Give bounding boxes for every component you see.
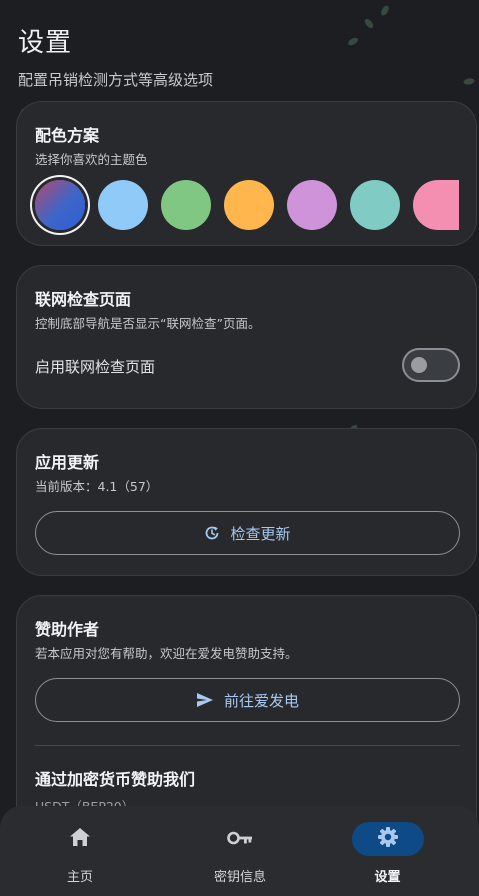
sponsor-card-description: 若本应用对您有帮助，欢迎在爱发电赞助支持。 bbox=[35, 646, 298, 661]
refresh-clock-icon bbox=[204, 525, 220, 541]
swatch-blue[interactable] bbox=[98, 180, 148, 230]
network-toggle-label: 启用联网检查页面 bbox=[35, 358, 156, 376]
nav-label-home: 主页 bbox=[66, 870, 93, 885]
swatch-orange[interactable] bbox=[224, 180, 274, 230]
swatch-purple[interactable] bbox=[287, 180, 337, 230]
network-check-toggle[interactable] bbox=[402, 348, 460, 382]
decor-leaf bbox=[363, 17, 375, 30]
theme-card-description: 选择你喜欢的主题色 bbox=[35, 152, 148, 167]
bottom-navigation: 主页 密钥信息 设置 bbox=[0, 806, 479, 896]
swatch-dynamic[interactable] bbox=[35, 180, 85, 230]
nav-label-settings: 设置 bbox=[374, 870, 401, 885]
theme-card: 配色方案 选择你喜欢的主题色 bbox=[16, 101, 477, 246]
nav-item-key-info[interactable]: 密钥信息 bbox=[160, 806, 320, 896]
nav-item-home[interactable]: 主页 bbox=[0, 806, 160, 896]
swatch-green[interactable] bbox=[161, 180, 211, 230]
swatch-pink[interactable] bbox=[413, 180, 459, 230]
page-header: 设置 配置吊销检测方式等高级选项 bbox=[18, 22, 213, 90]
toggle-knob bbox=[411, 357, 427, 373]
nav-label-key-info: 密钥信息 bbox=[213, 870, 266, 885]
nav-pill-home bbox=[44, 822, 116, 856]
decor-leaf bbox=[346, 36, 360, 47]
sponsor-card-title: 赞助作者 bbox=[35, 620, 100, 639]
home-icon bbox=[69, 827, 91, 851]
network-check-card: 联网检查页面 控制底部导航是否显示“联网检查”页面。 启用联网检查页面 bbox=[16, 265, 477, 409]
network-card-description: 控制底部导航是否显示“联网检查”页面。 bbox=[35, 316, 261, 331]
page-title: 设置 bbox=[18, 28, 73, 58]
key-icon bbox=[227, 830, 253, 849]
gear-icon bbox=[377, 826, 399, 852]
check-update-label: 检查更新 bbox=[230, 524, 291, 543]
current-version-text: 当前版本：4.1（57） bbox=[35, 479, 159, 494]
send-icon bbox=[196, 692, 214, 708]
go-afdian-button[interactable]: 前往爱发电 bbox=[35, 678, 460, 722]
swatch-teal[interactable] bbox=[350, 180, 400, 230]
check-update-button[interactable]: 检查更新 bbox=[35, 511, 460, 555]
nav-pill-settings bbox=[351, 822, 424, 856]
network-card-title: 联网检查页面 bbox=[35, 290, 132, 309]
section-divider bbox=[35, 745, 460, 746]
update-card-title: 应用更新 bbox=[35, 453, 100, 472]
decor-leaf bbox=[379, 4, 391, 17]
crypto-sponsor-title: 通过加密货币赞助我们 bbox=[35, 770, 196, 789]
nav-item-settings[interactable]: 设置 bbox=[320, 806, 479, 896]
page-subtitle: 配置吊销检测方式等高级选项 bbox=[18, 71, 214, 89]
go-afdian-label: 前往爱发电 bbox=[223, 691, 299, 710]
nav-pill-key bbox=[204, 822, 276, 856]
app-update-card: 应用更新 当前版本：4.1（57） 检查更新 bbox=[16, 428, 477, 576]
decor-leaf bbox=[463, 77, 475, 86]
theme-card-title: 配色方案 bbox=[35, 126, 100, 145]
